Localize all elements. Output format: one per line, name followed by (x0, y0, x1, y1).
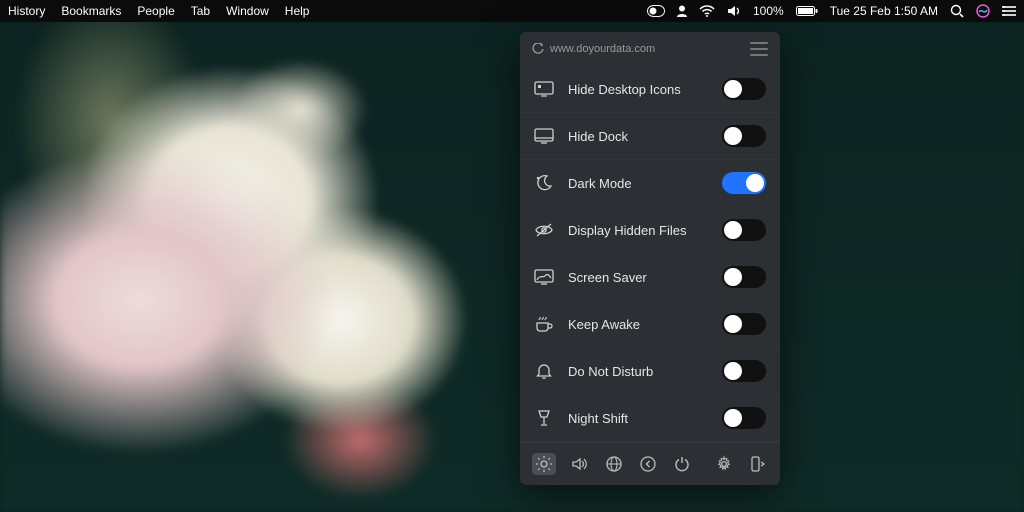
panel-rows: Hide Desktop Icons Hide Dock Dark Mode Disp… (520, 62, 780, 442)
setting-row-dark_mode: Dark Mode (520, 160, 780, 207)
setting-label: Hide Desktop Icons (568, 82, 681, 97)
menubar-item-window[interactable]: Window (226, 4, 269, 18)
menubar-app-menu: History Bookmarks People Tab Window Help (8, 4, 309, 18)
setting-label: Hide Dock (568, 129, 628, 144)
panel-site-label: www.doyourdata.com (550, 43, 655, 55)
setting-row-screen_saver: Screen Saver (520, 254, 780, 301)
macos-menubar: History Bookmarks People Tab Window Help… (0, 0, 1024, 22)
toggle-dnd[interactable] (722, 360, 766, 382)
toggle-night_shift[interactable] (722, 407, 766, 429)
siri-icon[interactable] (976, 4, 990, 18)
dock-icon (534, 126, 554, 146)
menubar-item-help[interactable]: Help (285, 4, 310, 18)
battery-icon[interactable] (796, 5, 818, 17)
volume-icon[interactable] (727, 5, 741, 17)
back-icon[interactable] (638, 454, 658, 474)
panel-menu-button[interactable] (750, 42, 768, 56)
globe-icon[interactable] (604, 454, 624, 474)
eye-off-icon (534, 220, 554, 240)
setting-row-display_hidden: Display Hidden Files (520, 207, 780, 254)
menubar-app-icon[interactable] (647, 5, 665, 17)
brightness-icon[interactable] (532, 453, 556, 475)
setting-row-hide_desktop_icons: Hide Desktop Icons (520, 66, 780, 113)
setting-label: Display Hidden Files (568, 223, 687, 238)
toggle-keep_awake[interactable] (722, 313, 766, 335)
battery-percent: 100% (753, 4, 784, 18)
menubar-status: 100% Tue 25 Feb 1:50 AM (647, 4, 1016, 18)
wifi-icon[interactable] (699, 5, 715, 17)
menubar-item-history[interactable]: History (8, 4, 45, 18)
setting-row-keep_awake: Keep Awake (520, 301, 780, 348)
spotlight-icon[interactable] (950, 4, 964, 18)
lamp-icon (534, 408, 554, 428)
volume-icon[interactable] (570, 454, 590, 474)
menubar-item-people[interactable]: People (137, 4, 174, 18)
panel-header: www.doyourdata.com (520, 32, 780, 62)
desktop-icon (534, 79, 554, 99)
toggle-screen_saver[interactable] (722, 266, 766, 288)
toggle-dark_mode[interactable] (722, 172, 766, 194)
setting-label: Dark Mode (568, 176, 632, 191)
setting-label: Screen Saver (568, 270, 647, 285)
power-icon[interactable] (672, 454, 692, 474)
refresh-icon[interactable] (532, 43, 544, 55)
setting-label: Keep Awake (568, 317, 640, 332)
coffee-icon (534, 314, 554, 334)
screensaver-icon (534, 267, 554, 287)
menubar-item-tab[interactable]: Tab (191, 4, 210, 18)
setting-label: Do Not Disturb (568, 364, 653, 379)
eject-icon[interactable] (748, 454, 768, 474)
setting-row-hide_dock: Hide Dock (520, 113, 780, 160)
moon-icon (534, 173, 554, 193)
toggle-display_hidden[interactable] (722, 219, 766, 241)
setting-row-dnd: Do Not Disturb (520, 348, 780, 395)
toggle-hide_desktop_icons[interactable] (722, 78, 766, 100)
menubar-user-icon[interactable] (677, 5, 687, 17)
setting-label: Night Shift (568, 411, 628, 426)
notification-center-icon[interactable] (1002, 5, 1016, 17)
utility-panel: www.doyourdata.com Hide Desktop IconsHid… (520, 32, 780, 485)
toggle-hide_dock[interactable] (722, 125, 766, 147)
bell-icon (534, 361, 554, 381)
desktop-wallpaper (0, 0, 1024, 512)
menubar-clock[interactable]: Tue 25 Feb 1:50 AM (830, 4, 938, 18)
setting-row-night_shift: Night Shift (520, 395, 780, 442)
menubar-item-bookmarks[interactable]: Bookmarks (61, 4, 121, 18)
gear-icon[interactable] (714, 454, 734, 474)
panel-footer (520, 442, 780, 485)
